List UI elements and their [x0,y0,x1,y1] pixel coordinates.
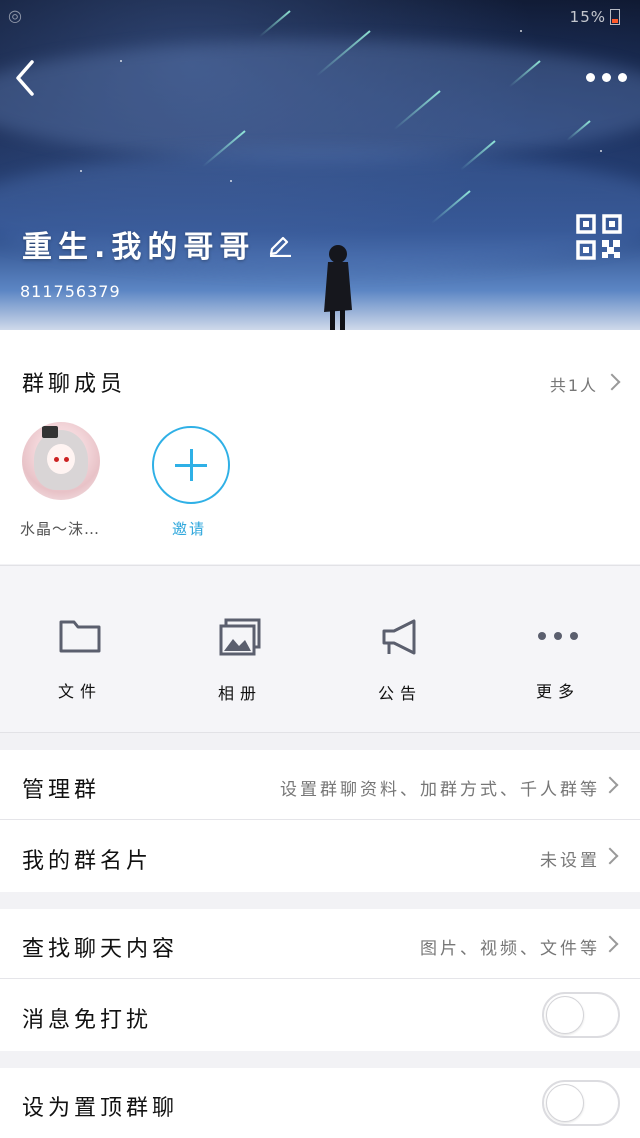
avatar[interactable] [22,422,100,500]
row-value: 图片、视频、文件等 [420,939,600,959]
star [230,180,232,182]
group-name-row[interactable]: 重生.我的哥哥 [22,222,293,266]
function-files[interactable]: 文件 [20,618,140,702]
pin-row: 设为置顶群聊 [0,1068,640,1138]
chevron-right-icon [601,847,619,865]
function-album[interactable]: 相册 [180,618,300,704]
back-button[interactable] [10,56,42,100]
more-options-button[interactable] [586,62,630,90]
members-section: 群聊成员 共1人 水晶～沫… 邀请 [0,330,640,564]
row-label: 查找聊天内容 [22,937,179,962]
group-header-banner: ◎ 15% 重生.我的哥哥 811756379 [0,0,640,330]
chevron-right-icon [601,776,619,794]
status-bar: ◎ 15% [0,6,640,30]
avatar-hat [42,426,58,438]
settings-group-2: 查找聊天内容 图片、视频、文件等 消息免打扰 [0,909,640,1051]
star [120,60,122,62]
back-chevron-icon [16,60,34,96]
function-label: 相册 [217,684,262,703]
toggle-knob [546,996,584,1034]
row-label: 消息免打扰 [22,1008,153,1033]
battery-percent: 15% [569,8,606,26]
mute-toggle[interactable] [542,992,620,1038]
row-value: 设置群聊资料、加群方式、千人群等 [280,780,600,800]
circle-icon: ◎ [8,6,22,25]
photo-album-icon [219,618,261,656]
group-id: 811756379 [20,282,121,301]
function-label: 公告 [377,684,422,703]
dot [586,73,595,82]
pencil-icon[interactable] [267,231,293,257]
dot [618,73,627,82]
invite-label: 邀请 [172,520,207,538]
star [80,170,82,172]
pin-toggle[interactable] [542,1080,620,1126]
manage-group-row[interactable]: 管理群 设置群聊资料、加群方式、千人群等 [0,750,640,820]
row-label: 管理群 [22,778,101,803]
battery-indicator: 15% [570,8,620,26]
girl-silhouette [324,245,352,330]
member-name: 水晶～沫… [20,520,101,538]
more-dots-icon [538,632,578,640]
mute-row: 消息免打扰 [0,980,640,1050]
chevron-right-icon [603,373,621,391]
folder-icon [59,620,101,653]
sky-cloud [0,40,640,160]
avatar-eye [64,457,69,462]
group-name: 重生.我的哥哥 [22,230,256,265]
avatar-face [47,444,75,474]
star [520,30,522,32]
qr-code-icon[interactable] [576,214,622,260]
settings-group-3: 设为置顶群聊 [0,1068,640,1138]
star [600,150,602,152]
battery-icon [610,9,620,25]
function-grid: 文件 相册 公告 更多 [0,565,640,733]
member-count: 共1人 [549,376,598,395]
members-title: 群聊成员 [22,372,127,397]
function-label: 文件 [57,682,102,701]
group-card-row[interactable]: 我的群名片 未设置 [0,821,640,891]
row-label: 我的群名片 [22,849,153,874]
function-announcement[interactable]: 公告 [340,618,460,704]
settings-group-1: 管理群 设置群聊资料、加群方式、千人群等 我的群名片 未设置 [0,750,640,892]
search-history-row[interactable]: 查找聊天内容 图片、视频、文件等 [0,909,640,979]
row-value: 未设置 [540,851,600,871]
dot [602,73,611,82]
function-more[interactable]: 更多 [498,618,618,702]
function-label: 更多 [535,682,580,701]
avatar-eye [54,457,59,462]
invite-button[interactable] [152,426,230,504]
row-label: 设为置顶群聊 [22,1096,179,1121]
toggle-knob [546,1084,584,1122]
megaphone-icon [382,619,416,655]
chevron-right-icon [601,935,619,953]
